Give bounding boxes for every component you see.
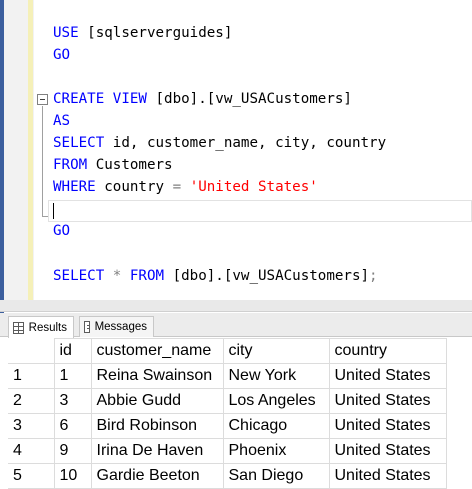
cell-id[interactable]: 3	[53, 388, 92, 414]
code-line-use[interactable]: USE [sqlserverguides]	[53, 22, 232, 44]
keyword: FROM	[53, 157, 88, 173]
column-header-id[interactable]: id	[53, 338, 92, 364]
outline-line	[42, 106, 43, 216]
results-tab-bar: Results Messages	[0, 313, 472, 338]
cell-city[interactable]: Phoenix	[222, 438, 330, 464]
cell-country[interactable]: United States	[328, 463, 447, 489]
view-name: [dbo].[vw_USACustomers]	[164, 268, 370, 284]
code-line-select[interactable]: SELECT id, customer_name, city, country	[53, 132, 386, 154]
star-operator: *	[104, 268, 130, 284]
keyword: USE	[53, 25, 79, 41]
column-header-city[interactable]: city	[222, 338, 330, 364]
cell-country[interactable]: United States	[328, 363, 447, 389]
keyword: AS	[53, 113, 71, 129]
tab-messages-label: Messages	[94, 321, 147, 333]
code-line-from[interactable]: FROM Customers	[53, 154, 173, 176]
change-tracking-bar	[28, 0, 33, 300]
keyword: GO	[53, 47, 71, 63]
cell-id[interactable]: 9	[53, 438, 92, 464]
code-line-where[interactable]: WHERE country = 'United States'	[53, 176, 318, 198]
keyword: SELECT	[53, 135, 105, 151]
operator: =	[172, 179, 182, 195]
cell-city[interactable]: Los Angeles	[222, 388, 330, 414]
cell-id[interactable]: 1	[53, 363, 92, 389]
view-name: [dbo].[vw_USACustomers]	[146, 91, 352, 107]
header-row: id customer_name city country	[8, 338, 447, 364]
cell-customer-name[interactable]: Abbie Gudd	[90, 388, 224, 414]
tab-results[interactable]: Results	[8, 316, 74, 338]
cell-id[interactable]: 10	[53, 463, 92, 489]
collapse-minus-icon[interactable]	[37, 94, 48, 105]
string-literal: 'United States'	[189, 179, 318, 195]
table-row[interactable]: 5 10 Gardie Beeton San Diego United Stat…	[8, 463, 447, 489]
where-column: country	[95, 179, 173, 195]
column-header-customer-name[interactable]: customer_name	[90, 338, 224, 364]
row-number[interactable]: 3	[8, 413, 55, 439]
code-line-go[interactable]: GO	[53, 44, 70, 66]
cell-country[interactable]: United States	[328, 413, 447, 439]
cell-id[interactable]: 6	[53, 413, 92, 439]
cell-customer-name[interactable]: Bird Robinson	[90, 413, 224, 439]
cell-customer-name[interactable]: Gardie Beeton	[90, 463, 224, 489]
grid-icon	[13, 321, 24, 334]
cell-city[interactable]: New York	[222, 363, 330, 389]
database-name: [sqlserverguides]	[78, 25, 233, 41]
tab-messages[interactable]: Messages	[79, 316, 154, 337]
text-caret	[53, 203, 54, 219]
row-number[interactable]: 4	[8, 438, 55, 464]
keyword: GO	[53, 223, 71, 239]
row-number[interactable]: 2	[8, 388, 55, 414]
keyword: SELECT	[53, 268, 105, 284]
semicolon: ;	[369, 268, 378, 284]
code-line-go-2[interactable]: GO	[53, 220, 70, 242]
corner-cell[interactable]	[8, 338, 55, 364]
cell-city[interactable]: San Diego	[222, 463, 330, 489]
table-row[interactable]: 3 6 Bird Robinson Chicago United States	[8, 413, 447, 439]
results-grid: id customer_name city country 1 1 Reina …	[0, 338, 472, 489]
column-list: id, customer_name, city, country	[104, 135, 387, 151]
cell-city[interactable]: Chicago	[222, 413, 330, 439]
keyword: CREATE VIEW	[53, 91, 147, 107]
ssms-query-window: USE [sqlserverguides] GO CREATE VIEW [db…	[0, 0, 472, 489]
results-table: id customer_name city country 1 1 Reina …	[8, 338, 447, 489]
cell-country[interactable]: United States	[328, 388, 447, 414]
table-row[interactable]: 4 9 Irina De Haven Phoenix United States	[8, 438, 447, 464]
cell-country[interactable]: United States	[328, 438, 447, 464]
table-name: Customers	[87, 157, 173, 173]
code-line-as[interactable]: AS	[53, 110, 70, 132]
column-header-country[interactable]: country	[328, 338, 447, 364]
cell-customer-name[interactable]: Reina Swainson	[90, 363, 224, 389]
code-line-select-view[interactable]: SELECT * FROM [dbo].[vw_USACustomers];	[53, 265, 378, 287]
row-number[interactable]: 5	[8, 463, 55, 489]
keyword: WHERE	[53, 179, 96, 195]
cell-customer-name[interactable]: Irina De Haven	[90, 438, 224, 464]
pane-splitter[interactable]	[0, 300, 472, 312]
message-icon	[84, 321, 90, 333]
table-row[interactable]: 1 1 Reina Swainson New York United State…	[8, 363, 447, 389]
tab-results-label: Results	[28, 321, 67, 334]
code-line-create-view[interactable]: CREATE VIEW [dbo].[vw_USACustomers]	[53, 88, 352, 110]
keyword: FROM	[129, 268, 165, 284]
table-row[interactable]: 2 3 Abbie Gudd Los Angeles United States	[8, 388, 447, 414]
row-number[interactable]: 1	[8, 363, 55, 389]
current-line-highlight	[48, 200, 472, 222]
